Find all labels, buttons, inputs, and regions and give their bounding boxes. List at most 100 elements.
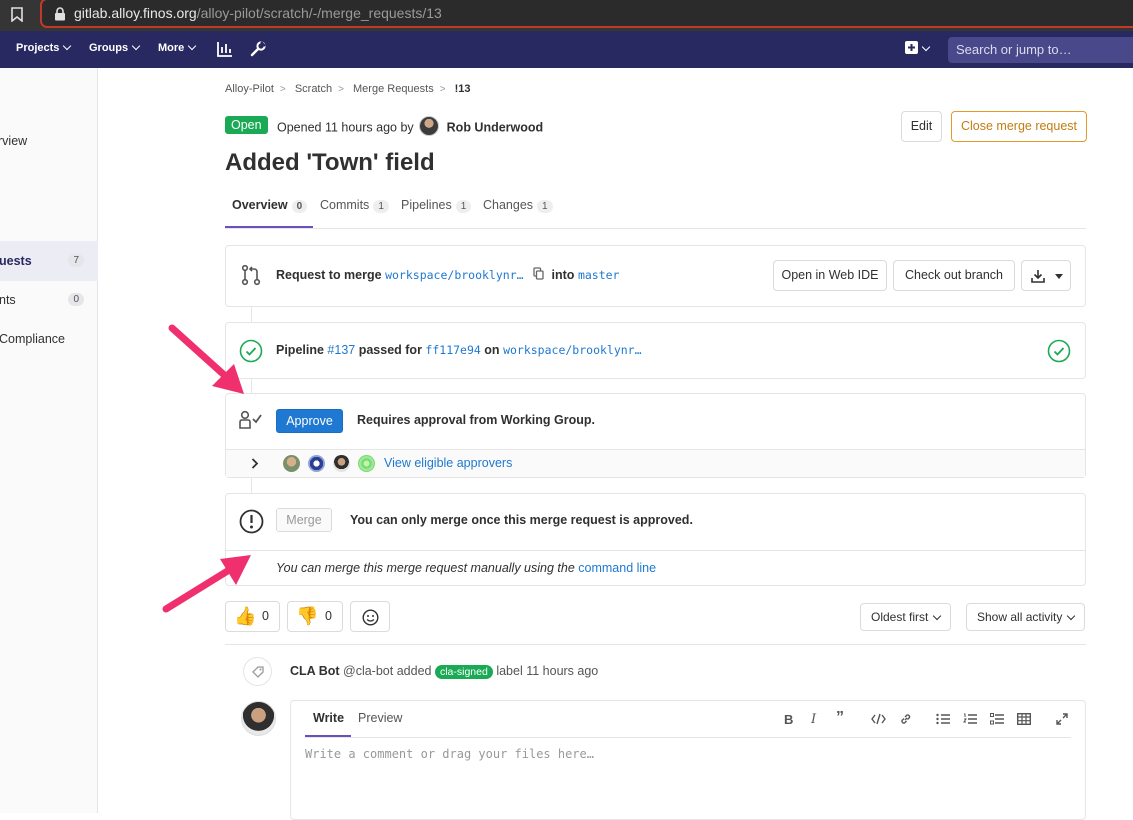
smiley-icon: [362, 609, 379, 626]
sidebar-item-merge-requests[interactable]: uests 7: [0, 241, 98, 281]
tab-write[interactable]: Write: [313, 711, 344, 725]
command-line-link[interactable]: command line: [578, 561, 656, 575]
pipeline-number-link[interactable]: #137: [327, 343, 355, 357]
active-tab-indicator: [225, 226, 313, 228]
open-web-ide-button[interactable]: Open in Web IDE: [773, 260, 887, 291]
breadcrumb-current[interactable]: !13: [455, 83, 471, 95]
note-suffix: label 11 hours ago: [496, 664, 599, 678]
sidebar-item-label: rview: [0, 134, 28, 148]
manual-merge-text: You can merge this merge request manuall…: [276, 561, 656, 575]
plus-square-icon: [905, 41, 918, 54]
check-out-branch-button[interactable]: Check out branch: [893, 260, 1015, 291]
view-eligible-approvers-link[interactable]: View eligible approvers: [384, 456, 512, 470]
sidebar-item-label: uests: [0, 254, 32, 268]
tab-pipelines[interactable]: Pipelines 1: [401, 198, 472, 213]
pipeline-branch-link[interactable]: workspace/brooklynr…: [503, 343, 641, 357]
new-item-dropdown[interactable]: [905, 41, 931, 57]
chevron-right-icon[interactable]: [251, 458, 259, 469]
page-title: Added 'Town' field: [225, 149, 435, 176]
link-icon[interactable]: [899, 712, 913, 726]
chevron-down-icon: [1055, 274, 1063, 279]
tab-label: Overview: [232, 198, 288, 212]
tab-count: 1: [455, 200, 472, 213]
request-to-merge-label: Request to merge: [276, 268, 382, 282]
author-link[interactable]: Rob Underwood: [447, 120, 544, 134]
approver-avatar[interactable]: [308, 455, 325, 472]
on-label: on: [484, 343, 500, 357]
bold-icon[interactable]: B: [784, 712, 793, 727]
add-reaction-button[interactable]: [350, 601, 390, 632]
approve-button[interactable]: Approve: [276, 409, 343, 433]
fullscreen-icon[interactable]: [1056, 713, 1068, 725]
chevron-right-icon: >: [279, 84, 286, 95]
breadcrumb-item[interactable]: Scratch: [295, 83, 332, 95]
sidebar-item-compliance[interactable]: Compliance: [0, 332, 97, 346]
chevron-down-icon: [933, 611, 942, 621]
status-badge: Open: [225, 116, 268, 134]
search-input[interactable]: Search or jump to…: [948, 37, 1133, 63]
passed-for-label: passed for: [358, 343, 422, 357]
commit-sha-link[interactable]: ff117e94: [425, 343, 480, 357]
thumbs-down-icon: 👎: [296, 606, 319, 626]
tab-count: 1: [373, 200, 389, 213]
wrench-icon[interactable]: [250, 41, 266, 57]
tab-commits[interactable]: Commits 1: [320, 198, 389, 213]
merge-button[interactable]: Merge: [276, 508, 332, 532]
breadcrumb: Alloy-Pilot > Scratch > Merge Requests > !1…: [225, 83, 471, 95]
note-handle[interactable]: @cla-bot: [343, 664, 393, 678]
address-field[interactable]: gitlab.alloy.finos.org/alloy-pilot/scrat…: [40, 0, 1133, 28]
numbered-list-icon[interactable]: [963, 713, 977, 725]
thumbs-down-award-button[interactable]: 👎 0: [287, 601, 343, 632]
tab-changes[interactable]: Changes 1: [483, 198, 553, 213]
copy-icon[interactable]: [533, 267, 544, 280]
tab-count: 1: [537, 200, 553, 213]
close-merge-request-button[interactable]: Close merge request: [951, 111, 1087, 142]
bookmark-icon[interactable]: [11, 7, 23, 22]
source-branch-link[interactable]: workspace/brooklynr…: [385, 268, 523, 282]
quote-icon[interactable]: ”: [836, 709, 844, 727]
approver-avatar[interactable]: [283, 455, 300, 472]
approver-avatar[interactable]: [358, 455, 375, 472]
task-list-icon[interactable]: [990, 713, 1004, 725]
bullet-list-icon[interactable]: [936, 713, 950, 725]
approvers-row[interactable]: View eligible approvers: [226, 449, 1085, 477]
approver-avatar[interactable]: [333, 455, 350, 472]
merge-request-icon: [241, 264, 261, 286]
tab-preview[interactable]: Preview: [358, 711, 402, 725]
pipeline-status-text: Pipeline #137 passed for ff117e94 on wor…: [276, 343, 642, 357]
activity-filter-dropdown[interactable]: Show all activity: [966, 603, 1086, 631]
opened-text: Opened 11 hours ago by: [277, 120, 414, 135]
sort-dropdown[interactable]: Oldest first: [860, 603, 952, 631]
nav-groups-label: Groups: [89, 42, 129, 54]
tab-overview[interactable]: Overview 0: [232, 198, 308, 213]
comment-textarea[interactable]: Write a comment or drag your files here…: [305, 747, 594, 761]
avatar[interactable]: [241, 701, 276, 736]
url-path: /alloy-pilot/scratch/-/merge_requests/13: [196, 5, 442, 21]
activity-chart-icon[interactable]: [217, 41, 233, 57]
nav-projects[interactable]: Projects: [16, 41, 72, 54]
system-note-icon: [243, 657, 272, 686]
italic-icon[interactable]: I: [811, 712, 816, 727]
download-dropdown[interactable]: [1021, 260, 1071, 291]
filter-label: Show all activity: [977, 610, 1063, 624]
sidebar-item-overview[interactable]: rview: [0, 134, 96, 148]
merge-footer: You can merge this merge request manuall…: [226, 550, 1085, 585]
manual-merge-label: You can merge this merge request manuall…: [276, 561, 575, 575]
nav-more[interactable]: More: [158, 41, 197, 54]
note-author[interactable]: CLA Bot: [290, 664, 340, 678]
thumbs-up-count: 0: [262, 609, 269, 623]
avatar[interactable]: [419, 116, 440, 136]
nav-groups[interactable]: Groups: [89, 41, 141, 54]
edit-button[interactable]: Edit: [901, 111, 942, 142]
system-note: CLA Bot @cla-bot added cla-signed label …: [290, 664, 599, 679]
pipeline-stage-passed-icon[interactable]: [1047, 339, 1071, 363]
chevron-down-icon: [63, 41, 72, 51]
chevron-right-icon: >: [439, 84, 446, 95]
breadcrumb-item[interactable]: Merge Requests: [353, 83, 434, 95]
code-icon[interactable]: [871, 713, 886, 725]
cla-signed-label[interactable]: cla-signed: [434, 665, 493, 679]
merge-blocked-message: You can only merge once this merge reque…: [350, 513, 693, 527]
breadcrumb-item[interactable]: Alloy-Pilot: [225, 83, 274, 95]
table-icon[interactable]: [1017, 713, 1031, 725]
target-branch-link[interactable]: master: [578, 268, 620, 282]
